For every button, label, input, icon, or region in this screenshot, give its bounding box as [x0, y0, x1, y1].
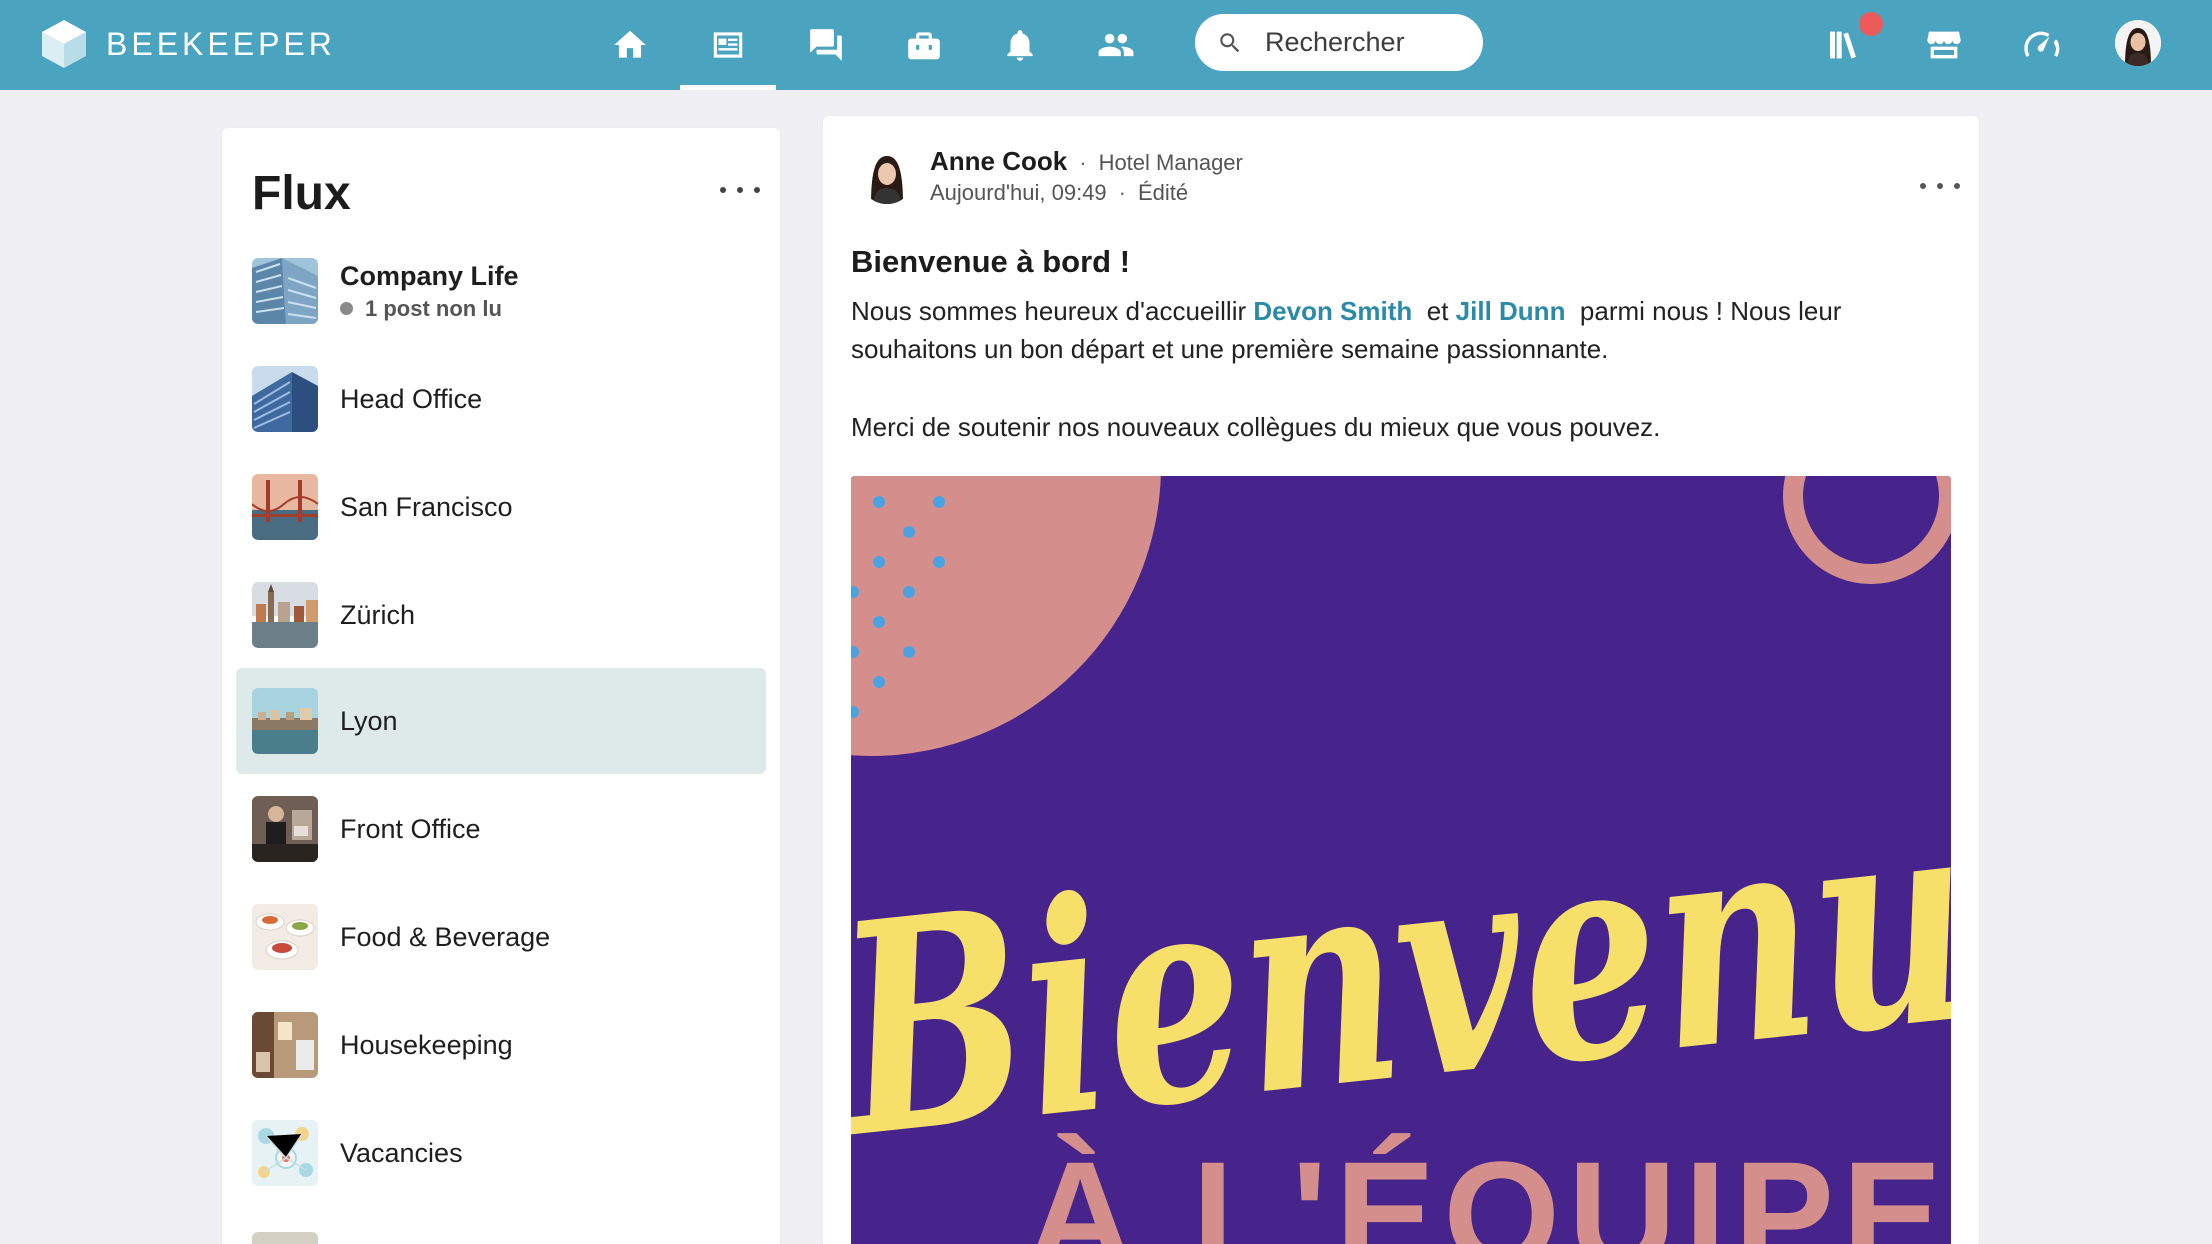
stream-label: Head Office — [340, 383, 483, 414]
stream-item-food-beverage[interactable]: Food & Beverage — [236, 884, 766, 990]
library-icon — [1830, 31, 1856, 59]
stream-item-housekeeping[interactable]: Housekeeping — [236, 992, 766, 1098]
marketplace-button[interactable] — [1904, 0, 1984, 90]
stream-thumbnail — [252, 796, 318, 862]
more-dot-icon — [1920, 183, 1926, 189]
nav-streams[interactable] — [680, 0, 776, 90]
hotel-room-image-icon — [252, 1012, 318, 1078]
stream-item-lyon[interactable]: Lyon — [236, 668, 766, 774]
post-text: et — [1426, 296, 1449, 326]
separator-dot: · — [1118, 180, 1126, 205]
author-avatar[interactable] — [859, 148, 915, 204]
beekeeper-logo-icon — [42, 20, 86, 68]
brand-name: BEEKEEPER — [106, 25, 336, 62]
unread-indicator: 1 post non lu — [340, 296, 519, 322]
food-image-icon — [252, 904, 318, 970]
post-paragraph: Merci de soutenir nos nouveaux collègues… — [851, 412, 1661, 442]
post-more-button[interactable] — [1920, 176, 1960, 196]
welcome-banner-image: Bienvenu À L'ÉQUIPE — [851, 476, 1951, 1244]
dashboard-icon — [2024, 31, 2060, 57]
search-box[interactable] — [1195, 14, 1483, 71]
nav-home[interactable] — [582, 0, 678, 90]
streams-icon — [713, 32, 743, 58]
front-desk-image-icon — [252, 796, 318, 862]
author-role: Hotel Manager — [1098, 150, 1243, 175]
panel-more-button[interactable] — [720, 180, 760, 200]
post-title: Bienvenue à bord ! — [851, 244, 1131, 279]
stream-item-head-office[interactable]: Head Office — [236, 346, 766, 452]
stream-label: Lyon — [340, 705, 398, 736]
unread-dot-icon — [340, 302, 353, 315]
stream-thumbnail — [252, 366, 318, 432]
more-dot-icon — [1954, 183, 1960, 189]
office-building-image-icon — [252, 366, 318, 432]
stream-thumbnail-partial — [252, 1232, 318, 1244]
post-card: Anne Cook · Hotel Manager Aujourd'hui, 0… — [823, 116, 1979, 1244]
nav-toolbox[interactable] — [876, 0, 972, 90]
nav-notifications[interactable] — [972, 0, 1068, 90]
vacancies-image-icon — [252, 1120, 318, 1186]
stream-thumbnail — [252, 1012, 318, 1078]
marketplace-icon — [1927, 31, 1961, 59]
panel-title: Flux — [252, 167, 351, 220]
mention-link[interactable]: Jill Dunn — [1456, 296, 1566, 326]
post-image[interactable]: Bienvenu À L'ÉQUIPE — [851, 476, 1951, 1244]
more-dot-icon — [737, 187, 743, 193]
city-river-image-icon — [252, 582, 318, 648]
edited-label: Édité — [1138, 180, 1189, 205]
more-dot-icon — [1937, 183, 1943, 189]
stream-thumbnail — [252, 904, 318, 970]
home-icon — [614, 30, 646, 58]
user-avatar-icon — [2115, 20, 2161, 66]
more-dot-icon — [720, 187, 726, 193]
stream-thumbnail — [252, 1120, 318, 1186]
bell-icon — [1007, 29, 1033, 61]
streams-panel: Flux Company Life 1 post non lu Head Off… — [222, 128, 780, 1244]
notification-badge — [1859, 12, 1883, 36]
stream-thumbnail — [252, 582, 318, 648]
people-icon — [1098, 33, 1134, 57]
stream-item-san-francisco[interactable]: San Francisco — [236, 454, 766, 560]
more-dot-icon — [754, 187, 760, 193]
stream-item-front-office[interactable]: Front Office — [236, 776, 766, 882]
author-avatar-icon — [859, 148, 915, 204]
lyon-image-icon — [252, 688, 318, 754]
user-avatar[interactable] — [2115, 20, 2161, 66]
stream-label: San Francisco — [340, 491, 513, 522]
stream-label: Vacancies — [340, 1137, 463, 1168]
unread-count-label: 1 post non lu — [365, 295, 502, 321]
author-line: Anne Cook · Hotel Manager — [930, 146, 1243, 177]
post-text: Nous sommes heureux d'accueillir — [851, 296, 1247, 326]
separator-dot: · — [1079, 150, 1087, 175]
brand-logo[interactable]: BEEKEEPER — [40, 17, 336, 71]
stream-thumbnail — [252, 474, 318, 540]
stream-label: Housekeeping — [340, 1029, 513, 1060]
stream-item-zurich[interactable]: Zürich — [236, 562, 766, 668]
stream-item-vacancies[interactable]: Vacancies — [236, 1100, 766, 1206]
post-body: Nous sommes heureux d'accueillir Devon S… — [851, 292, 1951, 446]
author-name[interactable]: Anne Cook — [930, 146, 1067, 177]
stream-label: Front Office — [340, 813, 481, 844]
chat-icon — [810, 29, 842, 61]
post-paragraph: Nous sommes heureux d'accueillir Devon S… — [851, 292, 1951, 368]
banner-subtitle: À L'ÉQUIPE — [1026, 1130, 1950, 1244]
mention-link[interactable]: Devon Smith — [1253, 296, 1412, 326]
search-icon — [1220, 32, 1240, 52]
search-input[interactable] — [1265, 27, 1465, 58]
stream-label: Zürich — [340, 599, 416, 630]
post-meta: Aujourd'hui, 09:49 · Édité — [930, 180, 1188, 206]
dashboard-button[interactable] — [2001, 0, 2081, 90]
building-image-icon — [252, 258, 318, 324]
stream-label: Company Life — [340, 260, 519, 291]
nav-chat[interactable] — [778, 0, 874, 90]
nav-people[interactable] — [1068, 0, 1164, 90]
top-bar: BEEKEEPER — [0, 0, 2212, 90]
bridge-image-icon — [252, 474, 318, 540]
stream-label: Food & Beverage — [340, 921, 551, 952]
post-timestamp: Aujourd'hui, 09:49 — [930, 180, 1107, 205]
stream-thumbnail — [252, 258, 318, 324]
stream-thumbnail — [252, 688, 318, 754]
stream-item-company-life[interactable]: Company Life 1 post non lu — [236, 238, 766, 344]
toolbox-icon — [908, 32, 940, 60]
